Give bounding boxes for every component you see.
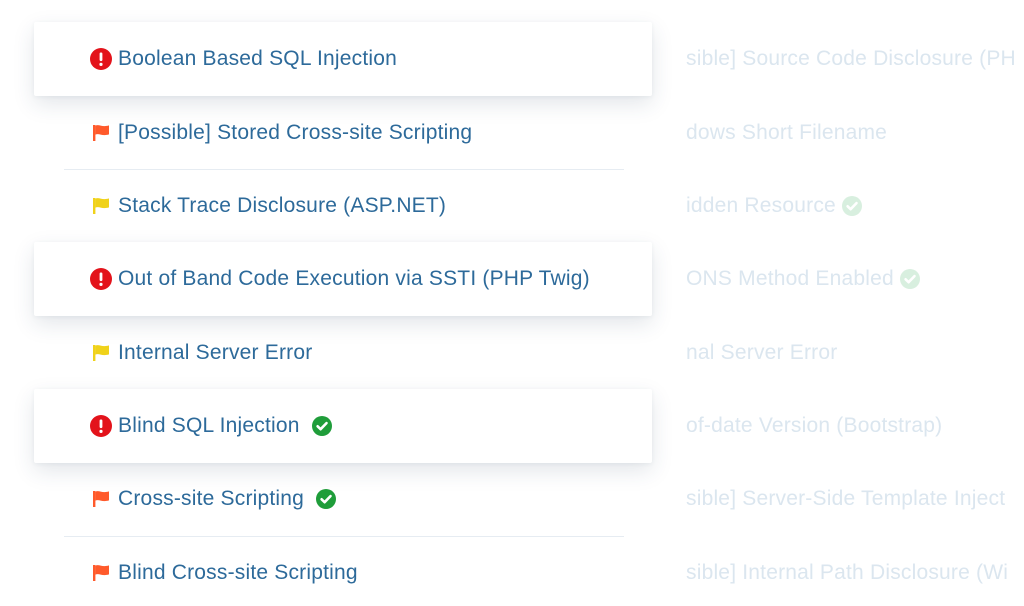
vulnerability-label-group: Cross-site Scripting <box>118 487 337 511</box>
background-item-label: sible] Internal Path Disclosure (Wi <box>686 561 1009 584</box>
verified-check-icon <box>316 489 337 509</box>
vulnerability-label: [Possible] Stored Cross-site Scripting <box>118 121 473 144</box>
background-list-item: idden Resource <box>686 169 862 243</box>
critical-exclamation-icon <box>90 415 112 437</box>
critical-exclamation-icon <box>90 48 112 70</box>
vulnerability-label: Out of Band Code Execution via SSTI (PHP… <box>118 267 590 290</box>
orange-flag-icon <box>90 562 112 584</box>
vulnerability-label: Cross-site Scripting <box>118 487 305 510</box>
vulnerability-label: Blind SQL Injection <box>118 414 300 437</box>
critical-exclamation-icon <box>90 268 112 290</box>
background-list-item: sible] Source Code Disclosure (PH <box>686 22 1016 96</box>
background-item-label: sible] Server-Side Template Inject <box>686 487 1006 510</box>
verified-check-icon <box>311 416 332 436</box>
vulnerability-item-ssti-code-execution[interactable]: Out of Band Code Execution via SSTI (PHP… <box>34 242 652 316</box>
background-item-label: dows Short Filename <box>686 121 888 144</box>
vulnerability-item-blind-xss[interactable]: Blind Cross-site Scripting <box>34 536 652 606</box>
orange-flag-icon <box>90 122 112 144</box>
background-list-item: ONS Method Enabled <box>686 242 920 316</box>
vulnerability-item-cross-site-scripting[interactable]: Cross-site Scripting <box>34 462 652 536</box>
background-list-item: sible] Internal Path Disclosure (Wi <box>686 536 1008 606</box>
verified-check-icon <box>899 269 920 289</box>
vulnerability-label: Internal Server Error <box>118 341 313 364</box>
vulnerability-item-blind-sql-injection[interactable]: Blind SQL Injection <box>34 389 652 463</box>
yellow-flag-icon <box>90 342 112 364</box>
vulnerability-item-stack-trace-disclosure[interactable]: Stack Trace Disclosure (ASP.NET) <box>34 169 652 243</box>
vulnerability-list: Boolean Based SQL Injection [Possible] S… <box>0 0 680 606</box>
vulnerability-label: Stack Trace Disclosure (ASP.NET) <box>118 194 447 217</box>
vulnerability-list-view: sible] Source Code Disclosure (PH dows S… <box>0 0 1024 606</box>
background-list-item: nal Server Error <box>686 316 837 390</box>
background-item-label: sible] Source Code Disclosure (PH <box>686 47 1016 70</box>
background-item-label: ONS Method Enabled <box>686 267 894 290</box>
vulnerability-item-stored-xss[interactable]: [Possible] Stored Cross-site Scripting <box>34 96 652 170</box>
vulnerability-label: Boolean Based SQL Injection <box>118 47 397 70</box>
background-list-item: dows Short Filename <box>686 96 887 170</box>
background-item-label: idden Resource <box>686 194 836 217</box>
background-item-label: nal Server Error <box>686 341 838 364</box>
background-item-label: of-date Version (Bootstrap) <box>686 414 943 437</box>
background-list-item: sible] Server-Side Template Inject <box>686 462 1005 536</box>
orange-flag-icon <box>90 488 112 510</box>
background-list-item: of-date Version (Bootstrap) <box>686 389 942 463</box>
background-vulnerability-list: sible] Source Code Disclosure (PH dows S… <box>686 0 1024 606</box>
verified-check-icon <box>841 196 862 216</box>
vulnerability-label: Blind Cross-site Scripting <box>118 561 358 584</box>
vulnerability-label-group: Blind SQL Injection <box>118 414 332 438</box>
vulnerability-item-internal-server-error[interactable]: Internal Server Error <box>34 316 652 390</box>
vulnerability-item-boolean-sql-injection[interactable]: Boolean Based SQL Injection <box>34 22 652 96</box>
yellow-flag-icon <box>90 195 112 217</box>
